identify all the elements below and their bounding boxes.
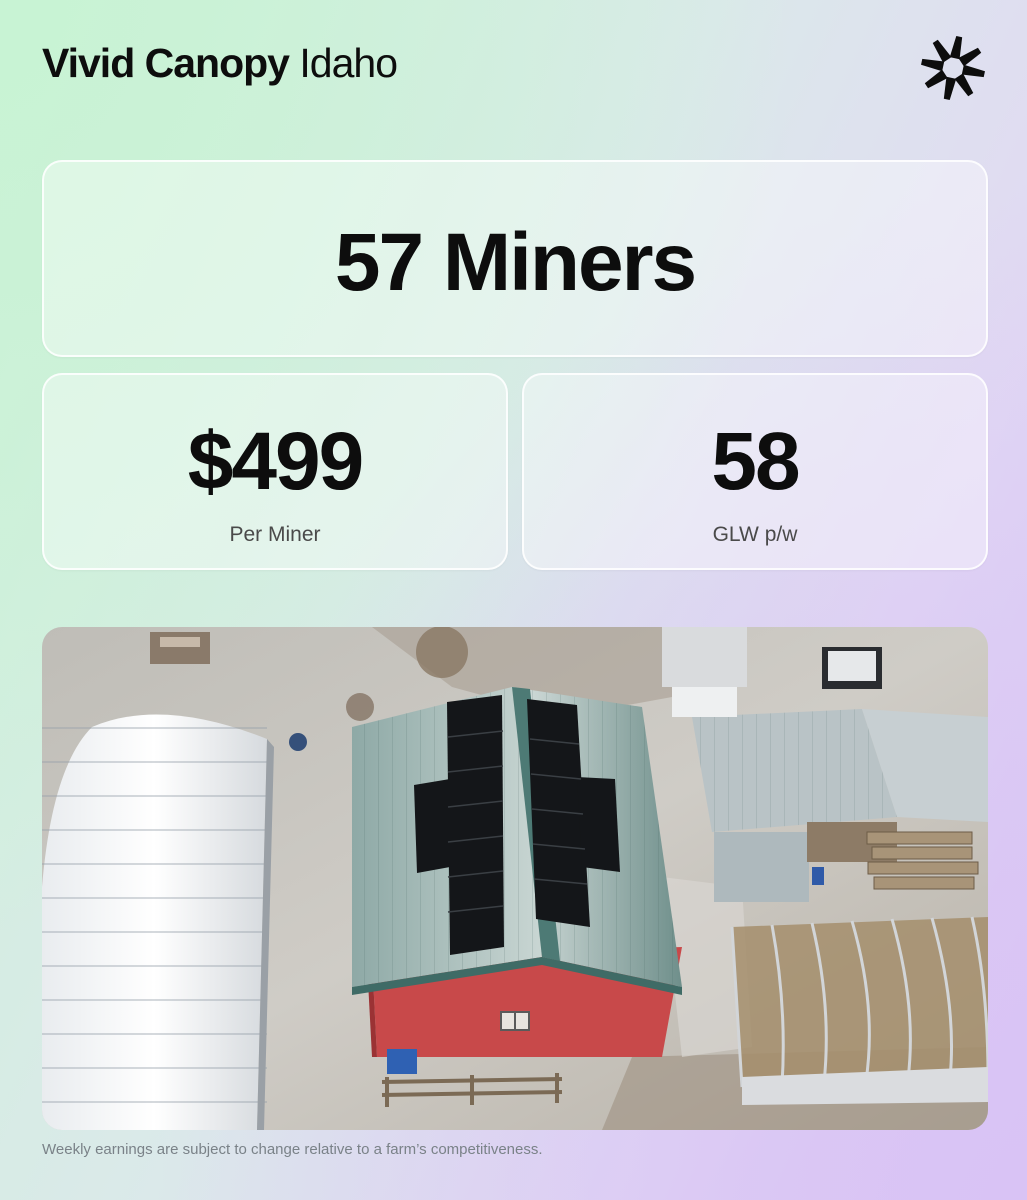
glw-card: 58 GLW p/w xyxy=(522,373,988,570)
miners-card: 57 Miners xyxy=(42,160,988,357)
farm-photo xyxy=(42,627,988,1130)
brand-region: Idaho xyxy=(299,40,398,86)
price-label: Per Miner xyxy=(229,523,321,546)
price-value: $499 xyxy=(187,416,364,507)
miners-count: 57 Miners xyxy=(334,217,697,308)
disclaimer-text: Weekly earnings are subject to change re… xyxy=(42,1141,543,1158)
starburst-logo-icon xyxy=(921,36,985,100)
brand-name: Vivid Canopy xyxy=(42,40,290,86)
brand-title: Vivid Canopy Idaho xyxy=(42,38,398,88)
header: Vivid Canopy Idaho xyxy=(42,32,989,102)
price-card: $499 Per Miner xyxy=(42,373,508,570)
glw-label: GLW p/w xyxy=(712,523,798,546)
farm-aerial-illustration xyxy=(42,627,988,1130)
glw-value: 58 xyxy=(711,416,800,507)
